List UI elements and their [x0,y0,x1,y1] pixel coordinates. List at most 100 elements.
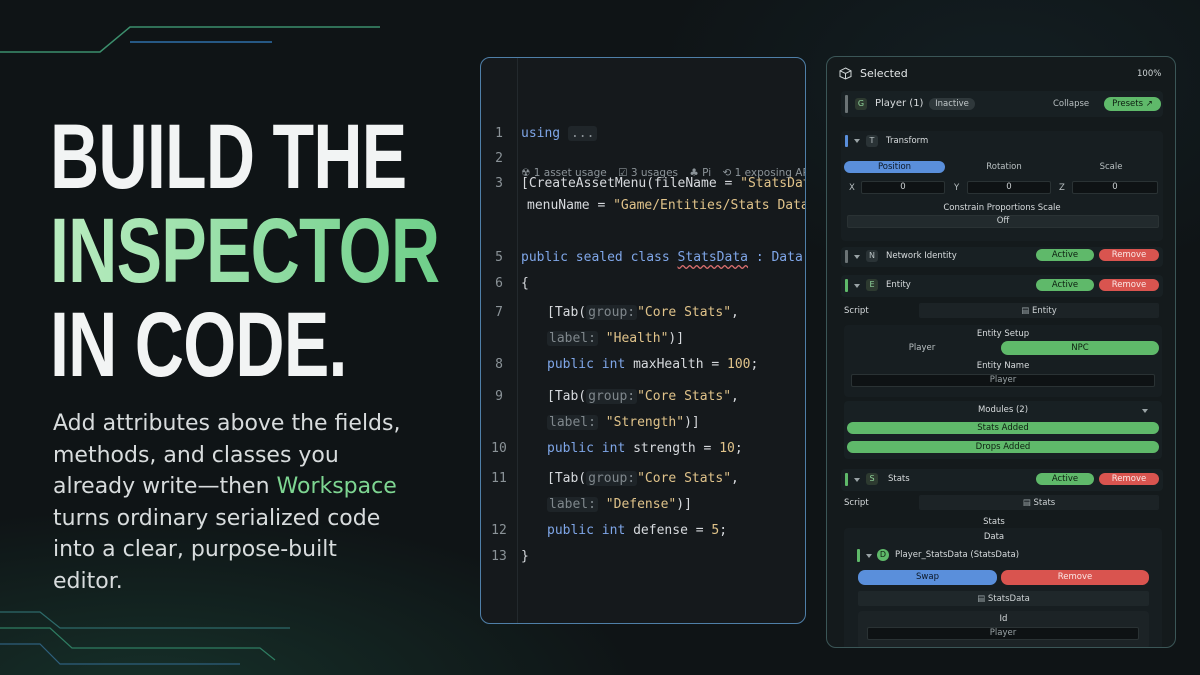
pi-lens[interactable]: ♣ Pi [689,167,711,179]
tab-scale[interactable]: Scale [1059,162,1163,172]
code-text: , [731,471,739,486]
line-number: 13 [491,549,507,564]
param-hint: group: [586,471,638,486]
data-remove-button[interactable]: Remove [1001,570,1149,585]
entity-active-toggle[interactable]: Active [1036,279,1094,291]
code-text: )] [676,497,692,512]
chevron-down-icon[interactable] [866,554,872,558]
entity-indicator [845,279,848,292]
chevron-down-icon[interactable] [854,255,860,259]
file-icon: ▤ [977,594,988,604]
id-label: Id [999,614,1008,624]
param-hint: label: [547,331,598,346]
object-status-badge: Inactive [929,98,975,110]
entity-setup-option-npc[interactable]: NPC [1001,341,1159,355]
code-line: menuName = "Game/Entities/Stats Data")] [481,196,805,216]
stats-script-field[interactable]: ▤ Stats [919,495,1159,510]
code-line: 11 [Tab(group: "Core Stats", [481,469,805,489]
code-line: label: "Defense")] [481,495,805,515]
code-text: { [521,276,529,291]
network-remove-button[interactable]: Remove [1099,249,1159,261]
modules-dropdown-icon[interactable] [1142,409,1148,413]
chevron-down-icon[interactable] [854,478,860,482]
line-number: 2 [495,151,503,166]
code-text: : Data [748,250,803,265]
stats-active-toggle[interactable]: Active [1036,473,1094,485]
swap-button[interactable]: Swap [858,570,997,585]
code-text: [Tab( [547,305,587,320]
module-drops-added[interactable]: Drops Added [847,441,1159,453]
code-line: 1 using ... [481,124,805,144]
chevron-down-icon[interactable] [854,139,860,143]
network-label: Network Identity [886,251,957,261]
code-line: 6 { [481,274,805,294]
entity-script-field[interactable]: ▤ Entity [919,303,1159,318]
z-label: Z [1059,183,1065,193]
stats-indicator [845,473,848,486]
code-editor-panel[interactable]: 1 using ... 2 3 [CreateAssetMenu(fileNam… [480,57,806,624]
file-icon: ▤ [1022,498,1034,508]
stats-script-value: Stats [1033,498,1056,508]
position-y-field[interactable]: 0 [967,181,1051,194]
data-label: Data [983,532,1005,542]
codelens-bar: ☢ 1 asset usage ☑ 3 usages ♣ Pi ⟲ 1 expo… [521,167,806,179]
entity-setup-option-player[interactable]: Player [847,343,997,353]
hero-line-2: INSPECTOR [50,200,440,302]
asset-usage-lens[interactable]: ☢ 1 asset usage [521,167,607,179]
object-row-indicator [845,95,848,113]
stats-label: Stats [888,474,910,484]
tab-position[interactable]: Position [844,161,945,173]
entity-name-input[interactable]: Player [851,374,1155,387]
zoom-level[interactable]: 100% [1137,69,1161,79]
code-text: [Tab( [547,389,587,404]
network-active-toggle[interactable]: Active [1036,249,1094,261]
code-line: 12 public int defense = 5; [481,521,805,541]
entity-remove-button[interactable]: Remove [1099,279,1159,291]
class-name: StatsData [677,250,748,265]
keyword: public sealed class [521,250,670,265]
data-file-value: StatsData [987,594,1030,604]
number-literal: 10 [719,441,735,456]
hero-desc-end: turns ordinary serialized code into a cl… [53,505,381,594]
position-x-field[interactable]: 0 [861,181,945,194]
code-line: 9 [Tab(group: "Core Stats", [481,387,805,407]
hero-description: Add attributes above the fields, methods… [53,408,413,597]
string-literal: "Health" [605,331,669,346]
hero-line-1: BUILD THE [50,106,407,208]
line-number: 10 [491,441,507,456]
chevron-down-icon[interactable] [854,284,860,288]
usages-lens[interactable]: ☑ 3 usages [618,167,678,179]
id-input[interactable]: Player [867,627,1139,640]
code-line: 8 public int maxHealth = 100; [481,355,805,375]
code-line: label: "Strength")] [481,413,805,433]
data-file-field[interactable]: ▤ StatsData [858,591,1149,606]
api-lens[interactable]: ⟲ 1 exposing API [723,167,806,179]
string-literal: "Core Stats" [637,471,732,486]
line-number: 7 [495,305,503,320]
inspector-panel[interactable]: Selected 100% G Player (1) Inactive Coll… [826,56,1176,648]
keyword: public int [547,357,626,372]
presets-button[interactable]: Presets ↗ [1104,97,1161,111]
hero-line-3: IN CODE. [50,294,347,396]
x-label: X [849,183,855,193]
transform-icon: T [866,135,878,147]
constrain-toggle[interactable]: Off [847,215,1159,228]
line-number: 3 [495,176,503,191]
object-name: Player (1) [875,98,924,109]
entity-label: Entity [886,280,911,290]
param-hint: label: [547,497,598,512]
module-stats-added[interactable]: Stats Added [847,422,1159,434]
tab-rotation[interactable]: Rotation [951,162,1057,172]
fold-marker[interactable]: ... [567,126,598,141]
code-text: , [731,389,739,404]
param-hint: group: [586,389,638,404]
string-literal: "Core Stats" [637,389,732,404]
object-icon: G [855,98,867,110]
code-text: defense = [625,523,712,538]
string-literal: "Game/Entities/Stats Data" [613,198,806,213]
position-z-field[interactable]: 0 [1072,181,1158,194]
string-literal: "Core Stats" [637,305,732,320]
code-text: menuName = [527,198,614,213]
stats-remove-button[interactable]: Remove [1099,473,1159,485]
collapse-button[interactable]: Collapse [1053,99,1089,109]
